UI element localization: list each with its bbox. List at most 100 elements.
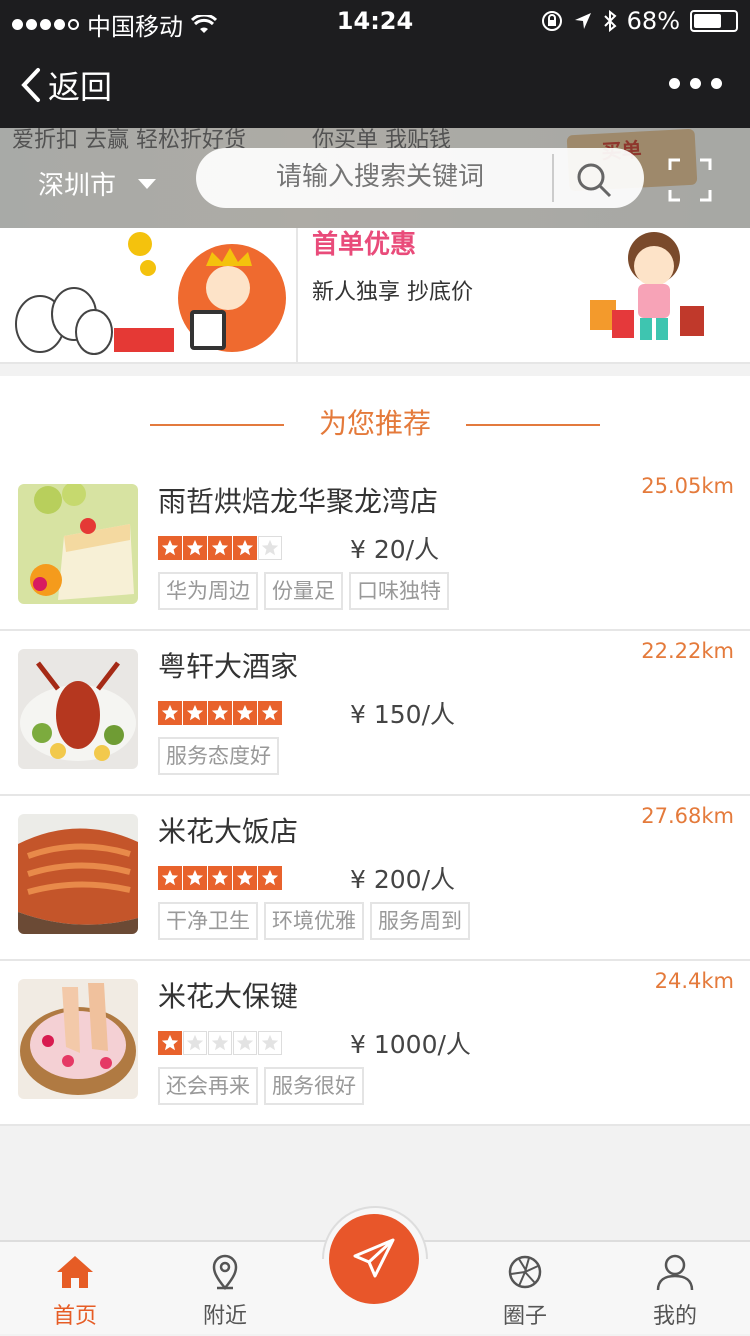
tab-mine[interactable]: 我的: [600, 1242, 750, 1336]
shop-name: 粤轩大酒家: [158, 650, 299, 683]
search-bar[interactable]: [196, 148, 644, 208]
shop-tag: 服务很好: [264, 1067, 364, 1105]
shop-distance: 27.68km: [641, 804, 734, 828]
shop-thumbnail: [18, 484, 138, 604]
shop-price: ¥ 1000/人: [350, 1030, 471, 1059]
dropdown-arrow-icon: [138, 178, 157, 189]
location-arrow-icon: [574, 13, 591, 29]
search-divider: [552, 154, 554, 202]
recommend-section-header: 为您推荐: [0, 376, 750, 466]
chevron-left-icon: [21, 68, 40, 102]
star-filled-icon: [183, 536, 207, 560]
shop-tags: 还会再来 服务很好: [158, 1067, 364, 1105]
star-filled-icon: [208, 866, 232, 890]
search-icon[interactable]: [574, 160, 614, 200]
list-item[interactable]: 雨哲烘焙龙华聚龙湾店 25.05km ¥ 20/人 华为周边 份量足 口味独特: [0, 466, 750, 631]
nav-bar: 返回: [0, 40, 750, 128]
rating-stars: [158, 701, 282, 725]
tab-label: 附近: [202, 1304, 247, 1329]
rotation-lock-icon: [541, 11, 562, 31]
back-button[interactable]: 返回: [20, 62, 112, 108]
shop-tags: 干净卫生 环境优雅 服务周到: [158, 902, 470, 940]
shop-price: ¥ 200/人: [350, 865, 455, 894]
shop-distance: 25.05km: [641, 474, 734, 498]
list-item[interactable]: 米花大保键 24.4km ¥ 1000/人 还会再来 服务很好: [0, 961, 750, 1126]
star-empty-icon: [183, 1031, 207, 1055]
user-icon: [656, 1254, 694, 1291]
recommend-list: 雨哲烘焙龙华聚龙湾店 25.05km ¥ 20/人 华为周边 份量足 口味独特 …: [0, 466, 750, 1126]
shop-tag: 华为周边: [158, 572, 258, 610]
aperture-icon: [508, 1255, 542, 1289]
search-input[interactable]: [276, 162, 556, 192]
send-fab-button[interactable]: [329, 1214, 419, 1304]
home-icon: [57, 1256, 93, 1288]
tab-nearby[interactable]: 附近: [150, 1242, 300, 1336]
promo-subtitle: 新人独享 抄底价: [312, 280, 473, 305]
shopper-illustration: [590, 232, 704, 340]
shop-tag: 口味独特: [349, 572, 449, 610]
promo-title[interactable]: 首单优惠: [312, 224, 416, 261]
location-pin-icon: [212, 1254, 238, 1290]
shop-price: ¥ 20/人: [350, 535, 440, 564]
star-filled-icon: [208, 701, 232, 725]
shop-thumbnail: [18, 979, 138, 1099]
shop-tags: 服务态度好: [158, 737, 279, 775]
shop-name: 米花大保键: [158, 980, 299, 1013]
rating-stars: [158, 536, 282, 560]
shop-name: 雨哲烘焙龙华聚龙湾店: [158, 485, 439, 518]
paper-plane-icon: [353, 1238, 395, 1278]
tab-label: 圈子: [502, 1304, 547, 1329]
star-filled-icon: [233, 866, 257, 890]
tab-label: 首页: [52, 1304, 97, 1329]
shop-tag: 干净卫生: [158, 902, 258, 940]
rating-stars: [158, 866, 282, 890]
promo-illustration: [15, 232, 286, 355]
star-filled-icon: [158, 1031, 182, 1055]
tab-circle[interactable]: 圈子: [450, 1242, 600, 1336]
city-selector[interactable]: 深圳市: [38, 165, 157, 202]
shop-thumbnail: [18, 649, 138, 769]
star-empty-icon: [233, 1031, 257, 1055]
back-label: 返回: [48, 68, 113, 106]
shop-price: ¥ 150/人: [350, 700, 455, 729]
shop-thumbnail: [18, 814, 138, 934]
list-item[interactable]: 米花大饭店 27.68km ¥ 200/人 干净卫生 环境优雅 服务周到: [0, 796, 750, 961]
section-title: 为您推荐: [318, 407, 431, 440]
status-bar: 中国移动 14:24 68%: [0, 0, 750, 41]
shop-tag: 服务周到: [370, 902, 470, 940]
tab-label: 我的: [652, 1304, 697, 1329]
star-filled-icon: [158, 866, 182, 890]
shop-tag: 服务态度好: [158, 737, 279, 775]
shop-tags: 华为周边 份量足 口味独特: [158, 572, 449, 610]
star-empty-icon: [258, 1031, 282, 1055]
promo-panel: 首单优惠 新人独享 抄底价: [0, 228, 750, 364]
star-filled-icon: [183, 701, 207, 725]
star-filled-icon: [233, 536, 257, 560]
shop-tag: 还会再来: [158, 1067, 258, 1105]
battery-percent: 68%: [626, 7, 680, 35]
star-filled-icon: [158, 536, 182, 560]
more-options-button[interactable]: [669, 78, 722, 89]
city-label: 深圳市: [38, 171, 117, 201]
star-filled-icon: [208, 536, 232, 560]
promo-left-image[interactable]: [0, 228, 298, 364]
star-filled-icon: [258, 866, 282, 890]
list-item[interactable]: 粤轩大酒家 22.22km ¥ 150/人 服务态度好: [0, 631, 750, 796]
shop-distance: 22.22km: [641, 639, 734, 663]
star-filled-icon: [258, 701, 282, 725]
star-filled-icon: [183, 866, 207, 890]
battery-icon: [690, 10, 738, 32]
scan-icon[interactable]: [668, 158, 712, 202]
rating-stars: [158, 1031, 282, 1055]
tab-home[interactable]: 首页: [0, 1242, 150, 1336]
shop-distance: 24.4km: [654, 969, 734, 993]
star-filled-icon: [158, 701, 182, 725]
shop-tag: 环境优雅: [264, 902, 364, 940]
star-empty-icon: [208, 1031, 232, 1055]
shop-tag: 份量足: [264, 572, 343, 610]
shop-name: 米花大饭店: [158, 815, 299, 848]
star-filled-icon: [233, 701, 257, 725]
divider-right: [466, 424, 600, 426]
star-empty-icon: [258, 536, 282, 560]
bluetooth-icon: [603, 10, 617, 32]
